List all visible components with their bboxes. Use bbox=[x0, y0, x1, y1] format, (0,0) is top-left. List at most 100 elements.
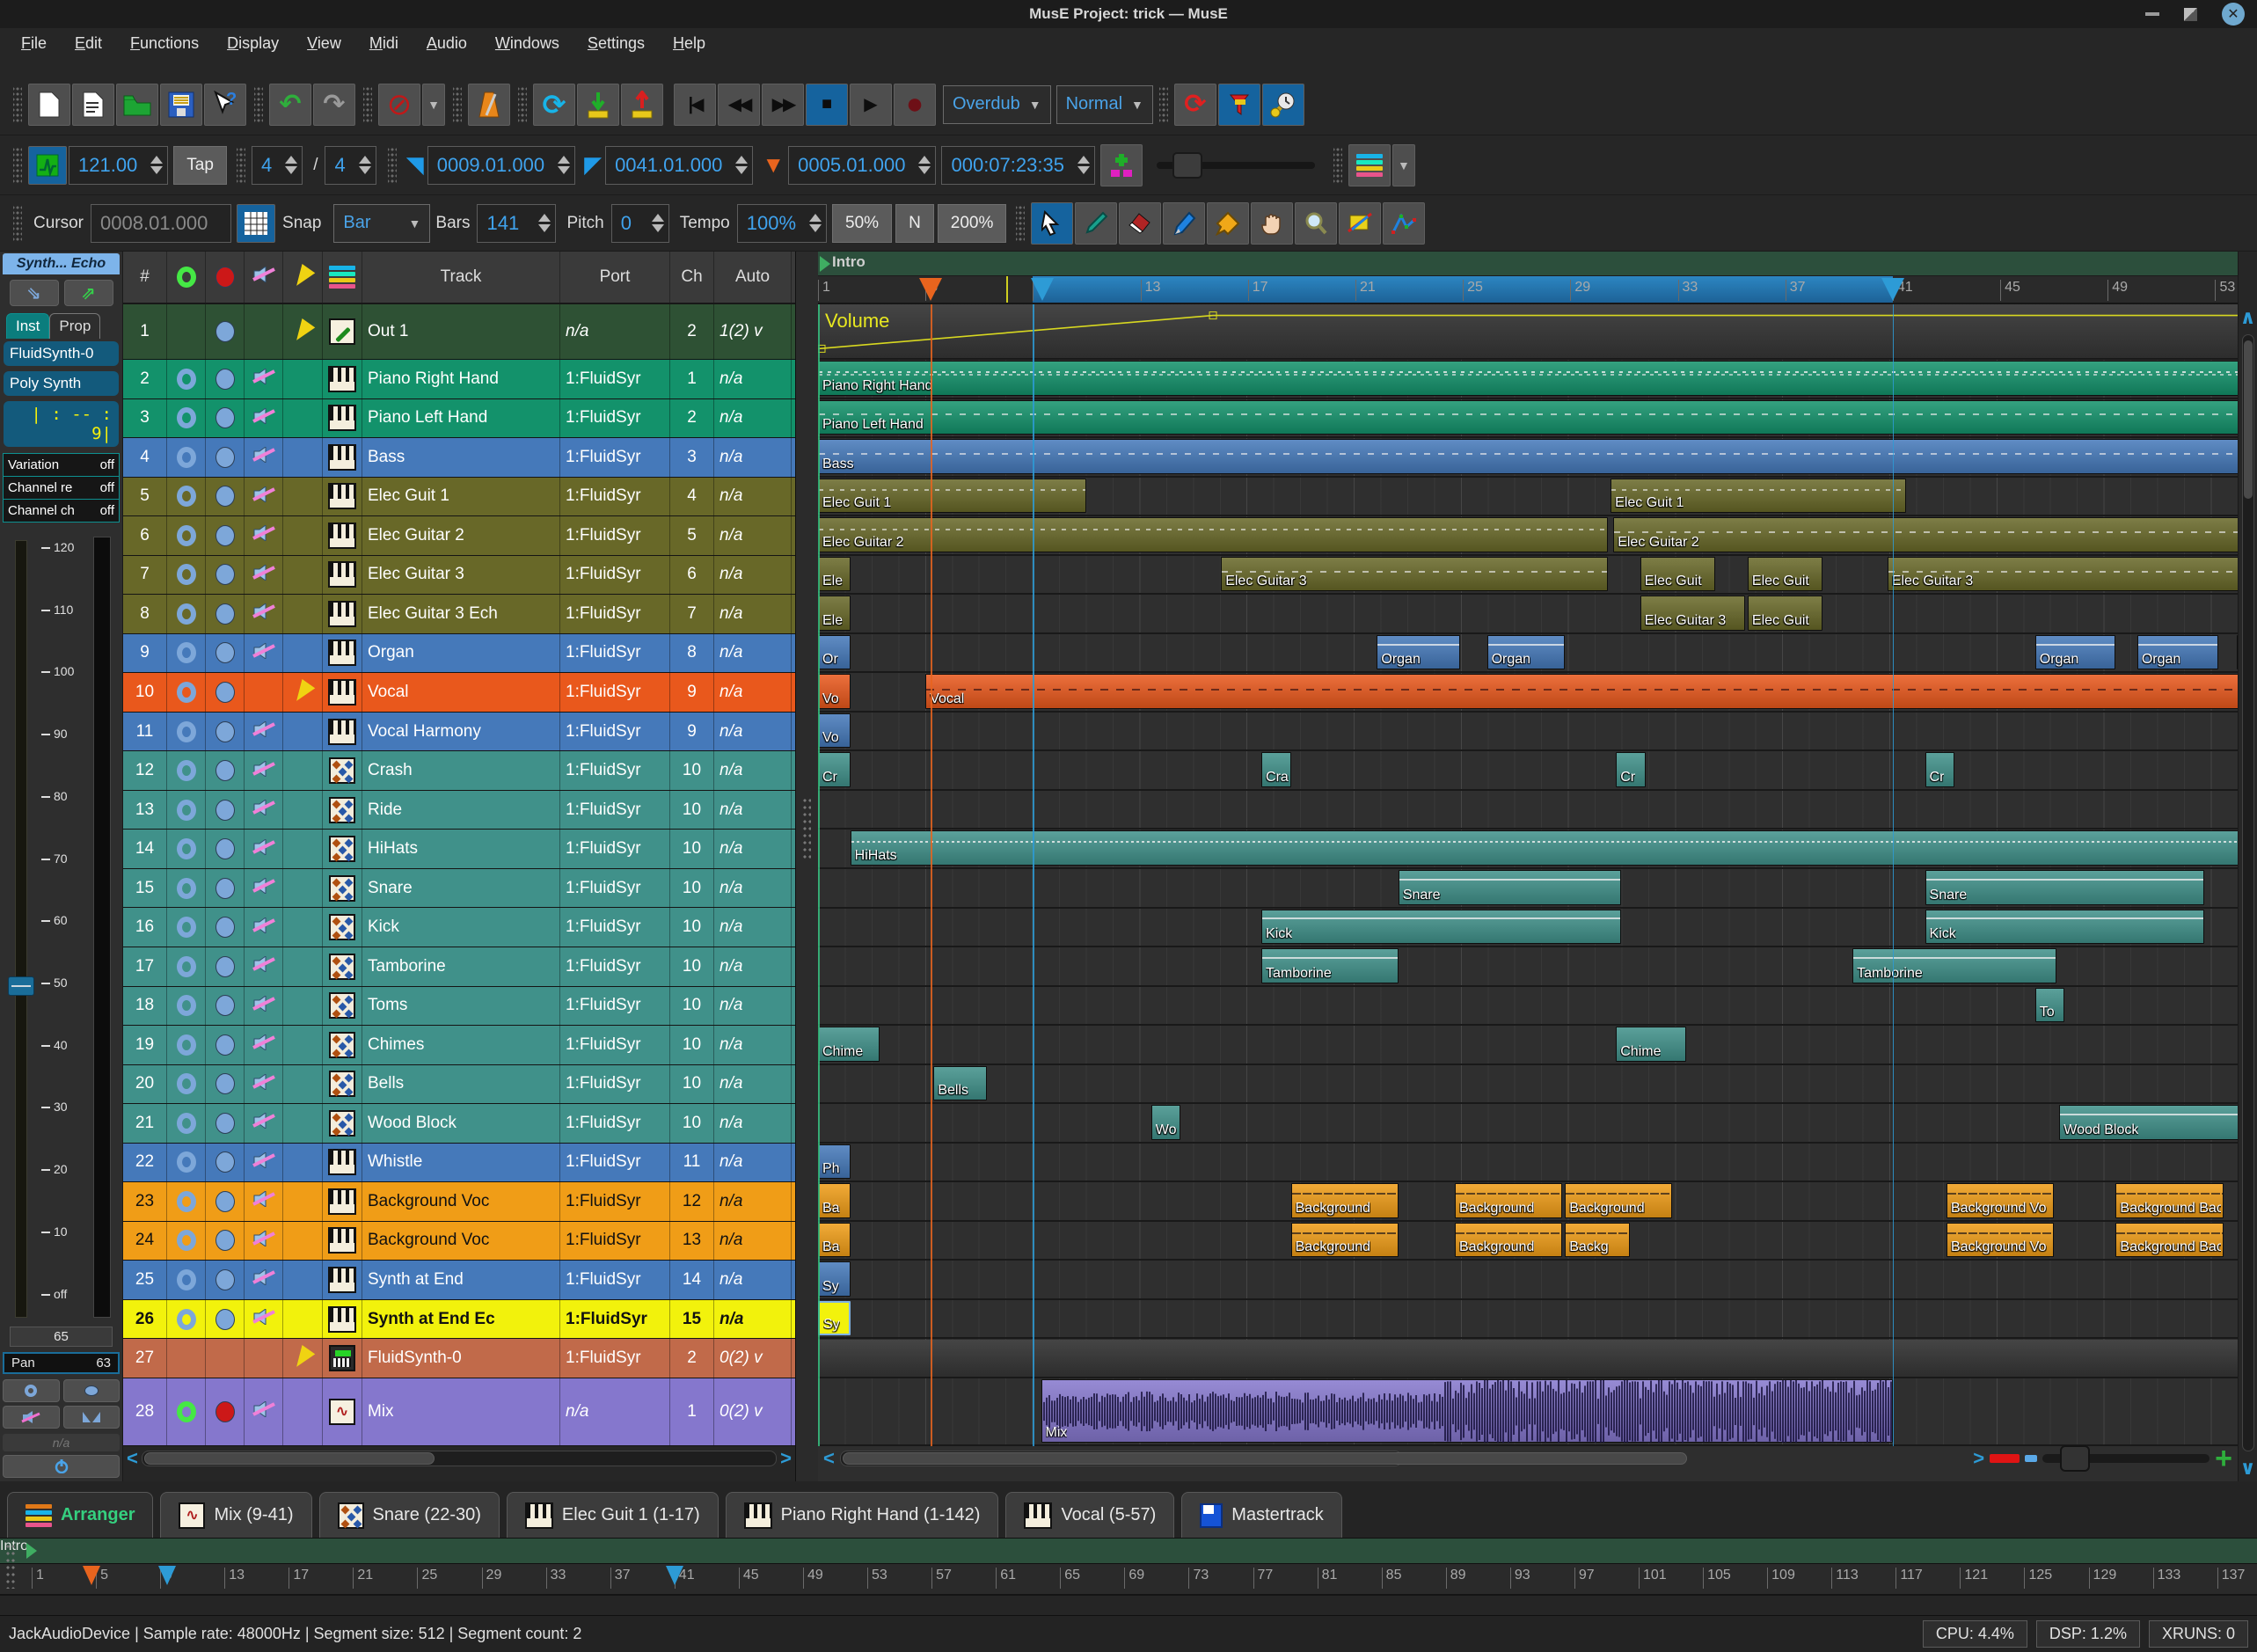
synth-name[interactable]: FluidSynth-0 bbox=[4, 341, 119, 366]
scroll-right-icon[interactable]: > bbox=[1973, 1449, 1984, 1468]
toolbar-grip[interactable] bbox=[1159, 85, 1168, 124]
volume-automation-curve[interactable] bbox=[818, 304, 2238, 360]
scroll-handle[interactable] bbox=[843, 1452, 1687, 1465]
marker-icon[interactable] bbox=[666, 1566, 683, 1585]
marker-icon[interactable] bbox=[83, 1566, 100, 1585]
track-row-synth-at-end-ec[interactable]: 26Synth at End Ec1:FluidSyr15n/a bbox=[123, 1300, 795, 1340]
position-spinbox[interactable]: 0005.01.000 bbox=[788, 146, 936, 185]
part-piano-left-hand[interactable]: Piano Left Hand bbox=[818, 400, 2238, 435]
lane-bass[interactable]: Bass bbox=[818, 438, 2238, 478]
midi-filter-dropdown[interactable]: ▼ bbox=[422, 84, 445, 126]
follow-song-button[interactable] bbox=[1262, 84, 1304, 126]
fader-handle[interactable] bbox=[8, 976, 34, 996]
lane-organ[interactable]: OrOrganOrganOrganOrganO bbox=[818, 634, 2238, 674]
part-or[interactable]: Or bbox=[818, 635, 851, 670]
menu-settings[interactable]: Settings bbox=[575, 31, 657, 56]
patch-name[interactable]: Poly Synth bbox=[4, 371, 119, 396]
zoom-slider[interactable] bbox=[2042, 1454, 2210, 1463]
scroll-handle[interactable] bbox=[144, 1452, 435, 1465]
volume-fader[interactable]: 120110100908070605040302010off bbox=[3, 535, 120, 1323]
tab-snare-22-30-[interactable]: Snare (22-30) bbox=[319, 1492, 500, 1538]
part-ph[interactable]: Ph bbox=[818, 1144, 851, 1180]
punch-out-button[interactable] bbox=[621, 84, 663, 126]
tab-inst[interactable]: Inst bbox=[6, 313, 49, 339]
track-row-elec-guitar-3[interactable]: 7Elec Guitar 31:FluidSyr6n/a bbox=[123, 556, 795, 596]
part-hihats[interactable]: HiHats bbox=[851, 830, 2238, 866]
part-background[interactable]: Background bbox=[1455, 1223, 1562, 1258]
tempo-50-button[interactable]: 50% bbox=[832, 204, 892, 243]
track-row-wood-block[interactable]: 21Wood Block1:FluidSyr10n/a bbox=[123, 1104, 795, 1144]
lane-elec-guit-1[interactable]: Elec Guit 1Elec Guit 1 bbox=[818, 478, 2238, 517]
toolbar-grip[interactable] bbox=[388, 146, 397, 185]
undo-button[interactable]: ↶ bbox=[269, 84, 311, 126]
part-elec-guitar-2[interactable]: Elec Guitar 2 bbox=[1613, 517, 2238, 552]
part-canvas[interactable]: VolumePiano Right HandPiano Left HandBas… bbox=[818, 304, 2238, 1446]
toolbar-grip[interactable] bbox=[254, 85, 263, 124]
scroll-left-icon[interactable]: < bbox=[127, 1449, 138, 1468]
lane-kick[interactable]: KickKick bbox=[818, 909, 2238, 948]
loop-marker-icon[interactable] bbox=[1031, 278, 1054, 301]
part-chime[interactable]: Chime bbox=[1616, 1027, 1685, 1062]
track-colors-dropdown[interactable]: ▼ bbox=[1392, 144, 1415, 186]
part-backg[interactable]: Backg bbox=[1565, 1223, 1629, 1258]
metronome-button[interactable] bbox=[468, 84, 510, 126]
overview-ruler[interactable]: 1591317212529333741454953576165697377818… bbox=[0, 1564, 2257, 1596]
menu-view[interactable]: View bbox=[295, 31, 354, 56]
slider-handle[interactable] bbox=[1172, 152, 1202, 179]
canvas-hscrollbar[interactable]: < > + bbox=[818, 1446, 2238, 1471]
close-icon[interactable]: ✕ bbox=[2222, 3, 2245, 26]
part-organ[interactable]: Organ bbox=[1377, 635, 1460, 670]
part-background-vo[interactable]: Background Vo bbox=[1947, 1183, 2054, 1218]
track-row-elec-guitar-2[interactable]: 6Elec Guitar 21:FluidSyr5n/a bbox=[123, 516, 795, 556]
lane-elec-guitar-3[interactable]: EleElec Guitar 3Elec GuitElec GuitElec G… bbox=[818, 556, 2238, 596]
minimize-icon[interactable] bbox=[2145, 12, 2159, 16]
track-row-ride[interactable]: 13Ride1:FluidSyr10n/a bbox=[123, 791, 795, 830]
part-vo[interactable]: Vo bbox=[818, 713, 851, 749]
menu-audio[interactable]: Audio bbox=[414, 31, 479, 56]
cycle-mode-select[interactable]: Normal▼ bbox=[1056, 85, 1153, 124]
part-mix[interactable]: Mix bbox=[1041, 1379, 1893, 1443]
punch-in-button[interactable] bbox=[577, 84, 619, 126]
left-locator-spinbox[interactable]: 0009.01.000 bbox=[427, 146, 575, 185]
part-vocal[interactable]: Vocal bbox=[925, 674, 2238, 709]
part-elec-guit[interactable]: Elec Guit bbox=[1748, 557, 1823, 592]
whats-this-button[interactable]: ? bbox=[204, 84, 246, 126]
menu-help[interactable]: Help bbox=[661, 31, 718, 56]
loop-button[interactable]: ⟳ bbox=[533, 84, 575, 126]
part-background-vo[interactable]: Background Vo bbox=[1947, 1223, 2054, 1258]
panel-splitter[interactable] bbox=[796, 252, 818, 1481]
part-elec-guit[interactable]: Elec Guit bbox=[1640, 557, 1716, 592]
maximize-icon[interactable] bbox=[2184, 8, 2197, 21]
part-background[interactable]: Background bbox=[1455, 1183, 1562, 1218]
titlebar[interactable]: MusE Project: trick — MusE ✕ bbox=[0, 0, 2257, 28]
route-input-button[interactable]: ⇘ bbox=[10, 280, 59, 306]
scroll-right-icon[interactable]: > bbox=[780, 1449, 792, 1468]
tempo-200-button[interactable]: 200% bbox=[938, 204, 1007, 243]
save-button[interactable] bbox=[160, 84, 202, 126]
scroll-left-icon[interactable]: < bbox=[823, 1449, 835, 1468]
menu-file[interactable]: File bbox=[9, 31, 59, 56]
punch-marker-button[interactable] bbox=[1218, 84, 1260, 126]
lane-bells[interactable]: Bells bbox=[818, 1065, 2238, 1105]
part-cr[interactable]: Cr bbox=[1925, 752, 1955, 787]
track-row-vocal-harmony[interactable]: 11Vocal Harmony1:FluidSyr9n/a bbox=[123, 713, 795, 752]
part-background-bac[interactable]: Background Bac bbox=[2115, 1183, 2223, 1218]
lane-wood-block[interactable]: WoWood Block bbox=[818, 1104, 2238, 1144]
patch-lcd[interactable]: | : -- : 9| bbox=[4, 401, 119, 447]
track-row-whistle[interactable]: 22Whistle1:FluidSyr11n/a bbox=[123, 1144, 795, 1183]
tempo-spinbox[interactable]: 121.00 bbox=[69, 146, 168, 185]
pitch-spinbox[interactable]: 0 bbox=[611, 204, 669, 243]
right-locator-spinbox[interactable]: 0041.01.000 bbox=[605, 146, 753, 185]
toolbar-grip[interactable] bbox=[453, 85, 462, 124]
track-row-elec-guit-1[interactable]: 5Elec Guit 11:FluidSyr4n/a bbox=[123, 478, 795, 517]
menu-midi[interactable]: Midi bbox=[357, 31, 411, 56]
tab-piano-right-hand-1-142-[interactable]: Piano Right Hand (1-142) bbox=[726, 1492, 999, 1538]
tab-elec-guit-1-1-17-[interactable]: Elec Guit 1 (1-17) bbox=[507, 1492, 719, 1538]
redo-button[interactable]: ↷ bbox=[313, 84, 355, 126]
tempo-normal-button[interactable]: N bbox=[895, 204, 934, 243]
part-bells[interactable]: Bells bbox=[933, 1066, 987, 1101]
eraser-tool-button[interactable] bbox=[1119, 202, 1161, 245]
lane-snare[interactable]: SnareSnare bbox=[818, 869, 2238, 909]
track-row-kick[interactable]: 16Kick1:FluidSyr10n/a bbox=[123, 908, 795, 947]
lane-crash[interactable]: CrCraCrCr bbox=[818, 751, 2238, 791]
